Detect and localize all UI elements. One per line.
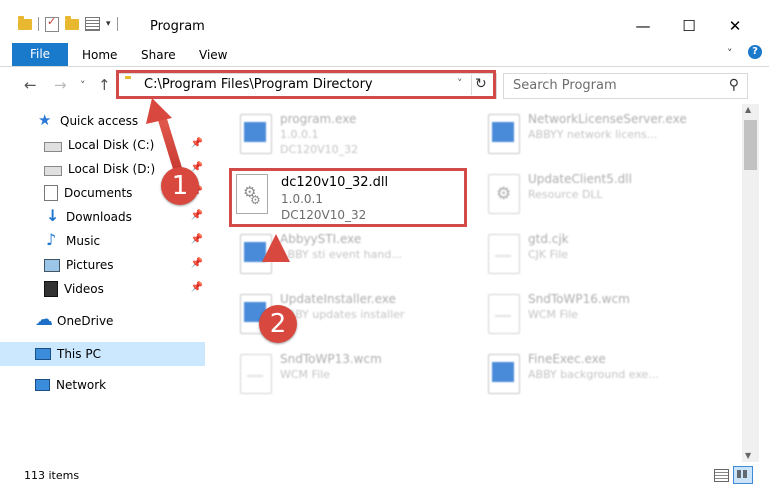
details-view-icon[interactable] [714, 469, 729, 482]
step-marker-1: 1 [161, 167, 199, 205]
step-marker-2: 2 [259, 305, 297, 343]
arrow-to-dll-file [262, 234, 290, 315]
scroll-up-arrow-icon[interactable]: ▲ [745, 105, 751, 114]
tiles-view-icon[interactable] [733, 466, 753, 484]
arrow-to-address-bar [146, 98, 183, 175]
annotation-arrows [146, 98, 290, 315]
scroll-down-arrow-icon[interactable]: ▼ [745, 451, 751, 460]
status-item-count: 113 items [24, 469, 80, 482]
scrollbar-thumb[interactable] [744, 120, 757, 170]
